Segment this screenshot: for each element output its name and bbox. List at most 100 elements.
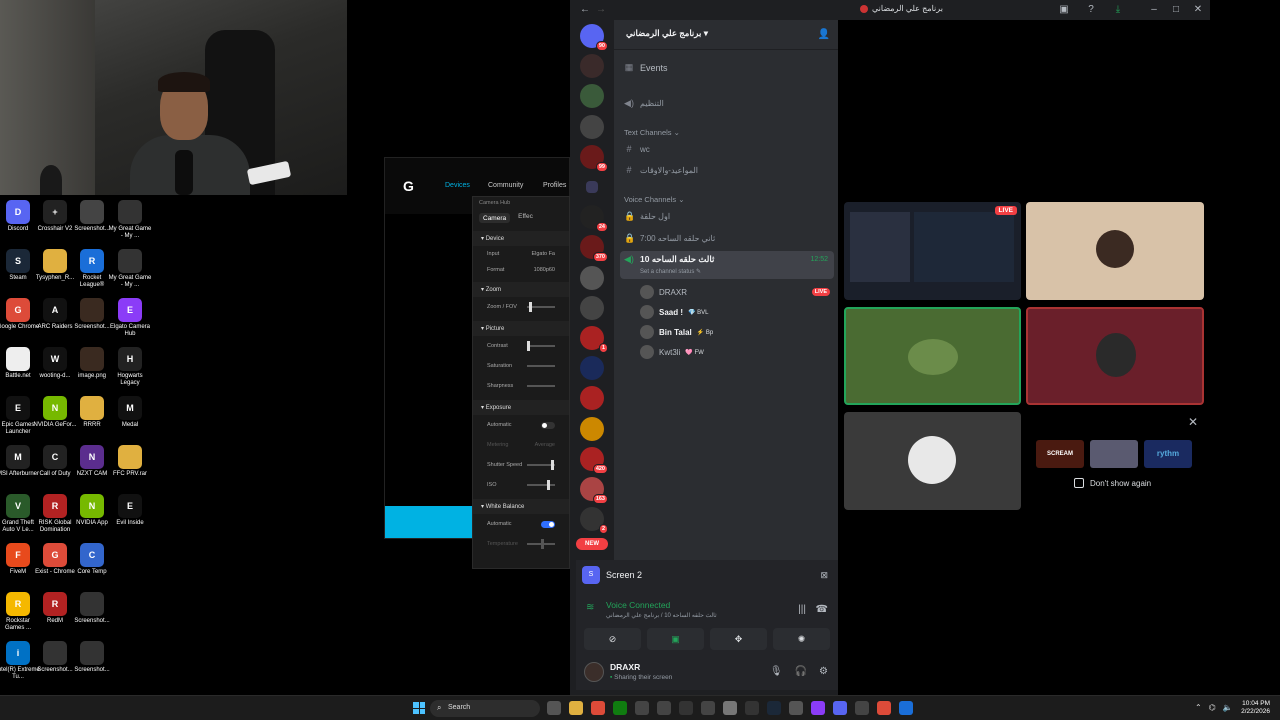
voice-channel-2[interactable]: 🔒 ثاني حلقه الساحه 7:00 bbox=[624, 233, 715, 244]
nav-devices[interactable]: Devices bbox=[445, 182, 470, 189]
server-header[interactable]: برنامج علي الرمضاني ▾ 👤 bbox=[614, 20, 838, 50]
server-icon[interactable]: 2 bbox=[580, 507, 608, 535]
format-select[interactable]: 1080p60 bbox=[534, 267, 555, 273]
microphone-icon[interactable]: 🎙 bbox=[770, 666, 783, 677]
add-member-icon[interactable]: 👤 bbox=[818, 29, 830, 40]
g-hub-icon[interactable] bbox=[635, 701, 649, 715]
clock[interactable]: 10:04 PM 2/22/2026 bbox=[1241, 700, 1270, 716]
section-picture[interactable]: ▾ Picture bbox=[473, 321, 569, 336]
close-icon[interactable]: ✕ bbox=[1191, 3, 1205, 17]
xbox-icon[interactable] bbox=[613, 701, 627, 715]
app-icon[interactable] bbox=[745, 701, 759, 715]
chrome-icon[interactable] bbox=[591, 701, 605, 715]
voice-user[interactable]: Bin Talal ⚡ Bp bbox=[640, 325, 830, 339]
section-exposure[interactable]: ▾ Exposure bbox=[473, 400, 569, 415]
server-icon[interactable]: 24 bbox=[580, 205, 608, 233]
username[interactable]: DRAXR bbox=[610, 662, 640, 672]
server-icon[interactable] bbox=[580, 295, 604, 320]
checkbox-icon[interactable] bbox=[1074, 478, 1084, 488]
voice-user[interactable]: Kwt3li 🩷 FW bbox=[640, 345, 830, 359]
desktop-icon[interactable]: My Great Game - My ... bbox=[108, 249, 152, 289]
download-icon[interactable]: ⤓ bbox=[1111, 3, 1125, 17]
taskbar-search[interactable]: ⌕ Search bbox=[430, 700, 540, 717]
channel-announce[interactable]: ◀) التنظيم bbox=[624, 98, 664, 109]
logitech-g-icon[interactable]: G bbox=[403, 178, 414, 194]
volume-icon[interactable]: 🔈 bbox=[1223, 703, 1233, 712]
settings-gear-icon[interactable]: ⚙ bbox=[819, 666, 828, 677]
server-icon[interactable] bbox=[586, 181, 598, 193]
desktop-icon[interactable]: My Great Game - My ... bbox=[108, 200, 152, 240]
sharpness-slider[interactable] bbox=[527, 385, 555, 387]
app-icon[interactable] bbox=[723, 701, 737, 715]
server-icon[interactable]: 420 bbox=[580, 446, 608, 474]
server-icon[interactable]: 1 bbox=[580, 326, 608, 353]
stop-stream-icon[interactable]: ⊠ bbox=[820, 570, 828, 581]
voice-user[interactable]: Saad ! 💎 BVL bbox=[640, 305, 830, 319]
tab-camera[interactable]: Camera bbox=[479, 213, 511, 223]
shutter-slider[interactable] bbox=[527, 460, 555, 470]
server-icon[interactable] bbox=[580, 114, 604, 139]
nav-community[interactable]: Community bbox=[488, 182, 523, 189]
forward-arrow-icon[interactable]: → bbox=[594, 3, 608, 17]
active-voice-channel[interactable]: ◀) ثالث حلقه الساحه 10 12:52 Set a chann… bbox=[620, 251, 834, 279]
task-view-icon[interactable] bbox=[547, 701, 561, 715]
stream-tile-avatar-2[interactable] bbox=[1026, 307, 1204, 405]
stream-tile-avatar-3[interactable] bbox=[844, 412, 1021, 510]
exposure-auto-toggle[interactable] bbox=[541, 421, 555, 429]
desktop-icon[interactable]: E Evil Inside bbox=[108, 494, 152, 527]
section-device[interactable]: ▾ Device bbox=[473, 231, 569, 246]
app-icon[interactable] bbox=[679, 701, 693, 715]
metering-select[interactable]: Average bbox=[535, 442, 555, 448]
signal-icon[interactable]: ≋ bbox=[586, 602, 594, 613]
saturation-slider[interactable] bbox=[527, 365, 555, 367]
input-select[interactable]: Elgato Fa bbox=[531, 251, 555, 257]
contrast-slider[interactable] bbox=[527, 341, 555, 351]
soundboard-icon[interactable]: ✺ bbox=[773, 628, 830, 650]
iso-slider[interactable] bbox=[527, 480, 555, 490]
screen-share-icon[interactable]: ▣ bbox=[647, 628, 704, 650]
back-arrow-icon[interactable]: ← bbox=[578, 3, 592, 17]
channel-wc[interactable]: # wc bbox=[624, 144, 649, 154]
new-badge[interactable]: NEW bbox=[576, 538, 608, 550]
app-icon[interactable] bbox=[701, 701, 715, 715]
promo-close-icon[interactable]: ✕ bbox=[1188, 415, 1198, 429]
app-icon[interactable] bbox=[899, 701, 913, 715]
tab-effects[interactable]: Effec bbox=[518, 213, 533, 223]
stream-tile-screen[interactable]: LIVE bbox=[844, 202, 1021, 300]
help-icon[interactable]: ? bbox=[1084, 3, 1098, 17]
voice-channel-1[interactable]: 🔒 اول حلقة bbox=[624, 211, 670, 222]
nav-profiles[interactable]: Profiles bbox=[543, 182, 566, 189]
screen-share-bar[interactable]: S Screen 2 ⊠ bbox=[576, 560, 838, 590]
promo-brand-game[interactable] bbox=[1090, 440, 1138, 468]
section-white-balance[interactable]: ▾ White Balance bbox=[473, 499, 569, 514]
camera-hub-icon[interactable] bbox=[811, 701, 825, 715]
server-icon[interactable] bbox=[580, 416, 604, 441]
voice-user[interactable]: DRAXR LIVE bbox=[640, 285, 830, 299]
app-icon[interactable] bbox=[657, 701, 671, 715]
events-item[interactable]: ▦ Events bbox=[624, 62, 668, 73]
voice-connected-label[interactable]: Voice Connected bbox=[606, 600, 670, 610]
promo-brand-scream[interactable]: SCREAM bbox=[1036, 440, 1084, 468]
app-icon[interactable] bbox=[789, 701, 803, 715]
discord-icon[interactable] bbox=[833, 701, 847, 715]
desktop-icon[interactable]: FFC PRV.rar bbox=[108, 445, 152, 478]
set-channel-status[interactable]: Set a channel status ✎ bbox=[640, 268, 701, 275]
desktop-icon[interactable]: Screenshot... bbox=[70, 592, 114, 625]
desktop-icon[interactable]: Screenshot... bbox=[70, 641, 114, 674]
server-icon[interactable] bbox=[580, 386, 604, 411]
desktop-icon[interactable]: C Core Temp bbox=[70, 543, 114, 576]
activities-icon[interactable]: ✥ bbox=[710, 628, 767, 650]
temperature-slider[interactable] bbox=[527, 539, 555, 549]
section-zoom[interactable]: ▾ Zoom bbox=[473, 282, 569, 297]
network-icon[interactable]: ⌬ bbox=[1209, 703, 1216, 712]
chevron-up-icon[interactable]: ⌃ bbox=[1195, 703, 1202, 712]
disconnect-icon[interactable]: ☎ bbox=[816, 604, 828, 615]
user-avatar[interactable] bbox=[584, 662, 604, 682]
start-icon[interactable] bbox=[413, 702, 425, 714]
desktop-icon[interactable]: E Elgato Camera Hub bbox=[108, 298, 152, 338]
steam-icon[interactable] bbox=[767, 701, 781, 715]
category-text-channels[interactable]: Text Channels ⌄ bbox=[624, 128, 680, 137]
server-icon[interactable]: 163 bbox=[580, 477, 608, 504]
server-icon[interactable] bbox=[580, 356, 604, 381]
inbox-icon[interactable]: ▣ bbox=[1057, 3, 1071, 17]
